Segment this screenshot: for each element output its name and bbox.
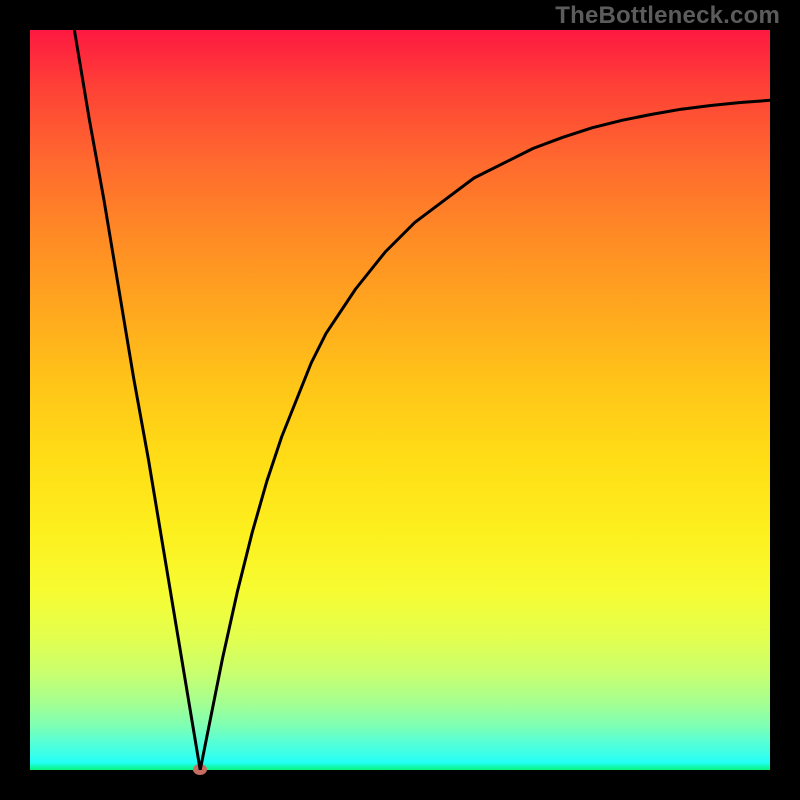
bottleneck-curve bbox=[30, 30, 770, 770]
watermark-text: TheBottleneck.com bbox=[555, 2, 780, 30]
chart-container: TheBottleneck.com bbox=[0, 0, 800, 800]
